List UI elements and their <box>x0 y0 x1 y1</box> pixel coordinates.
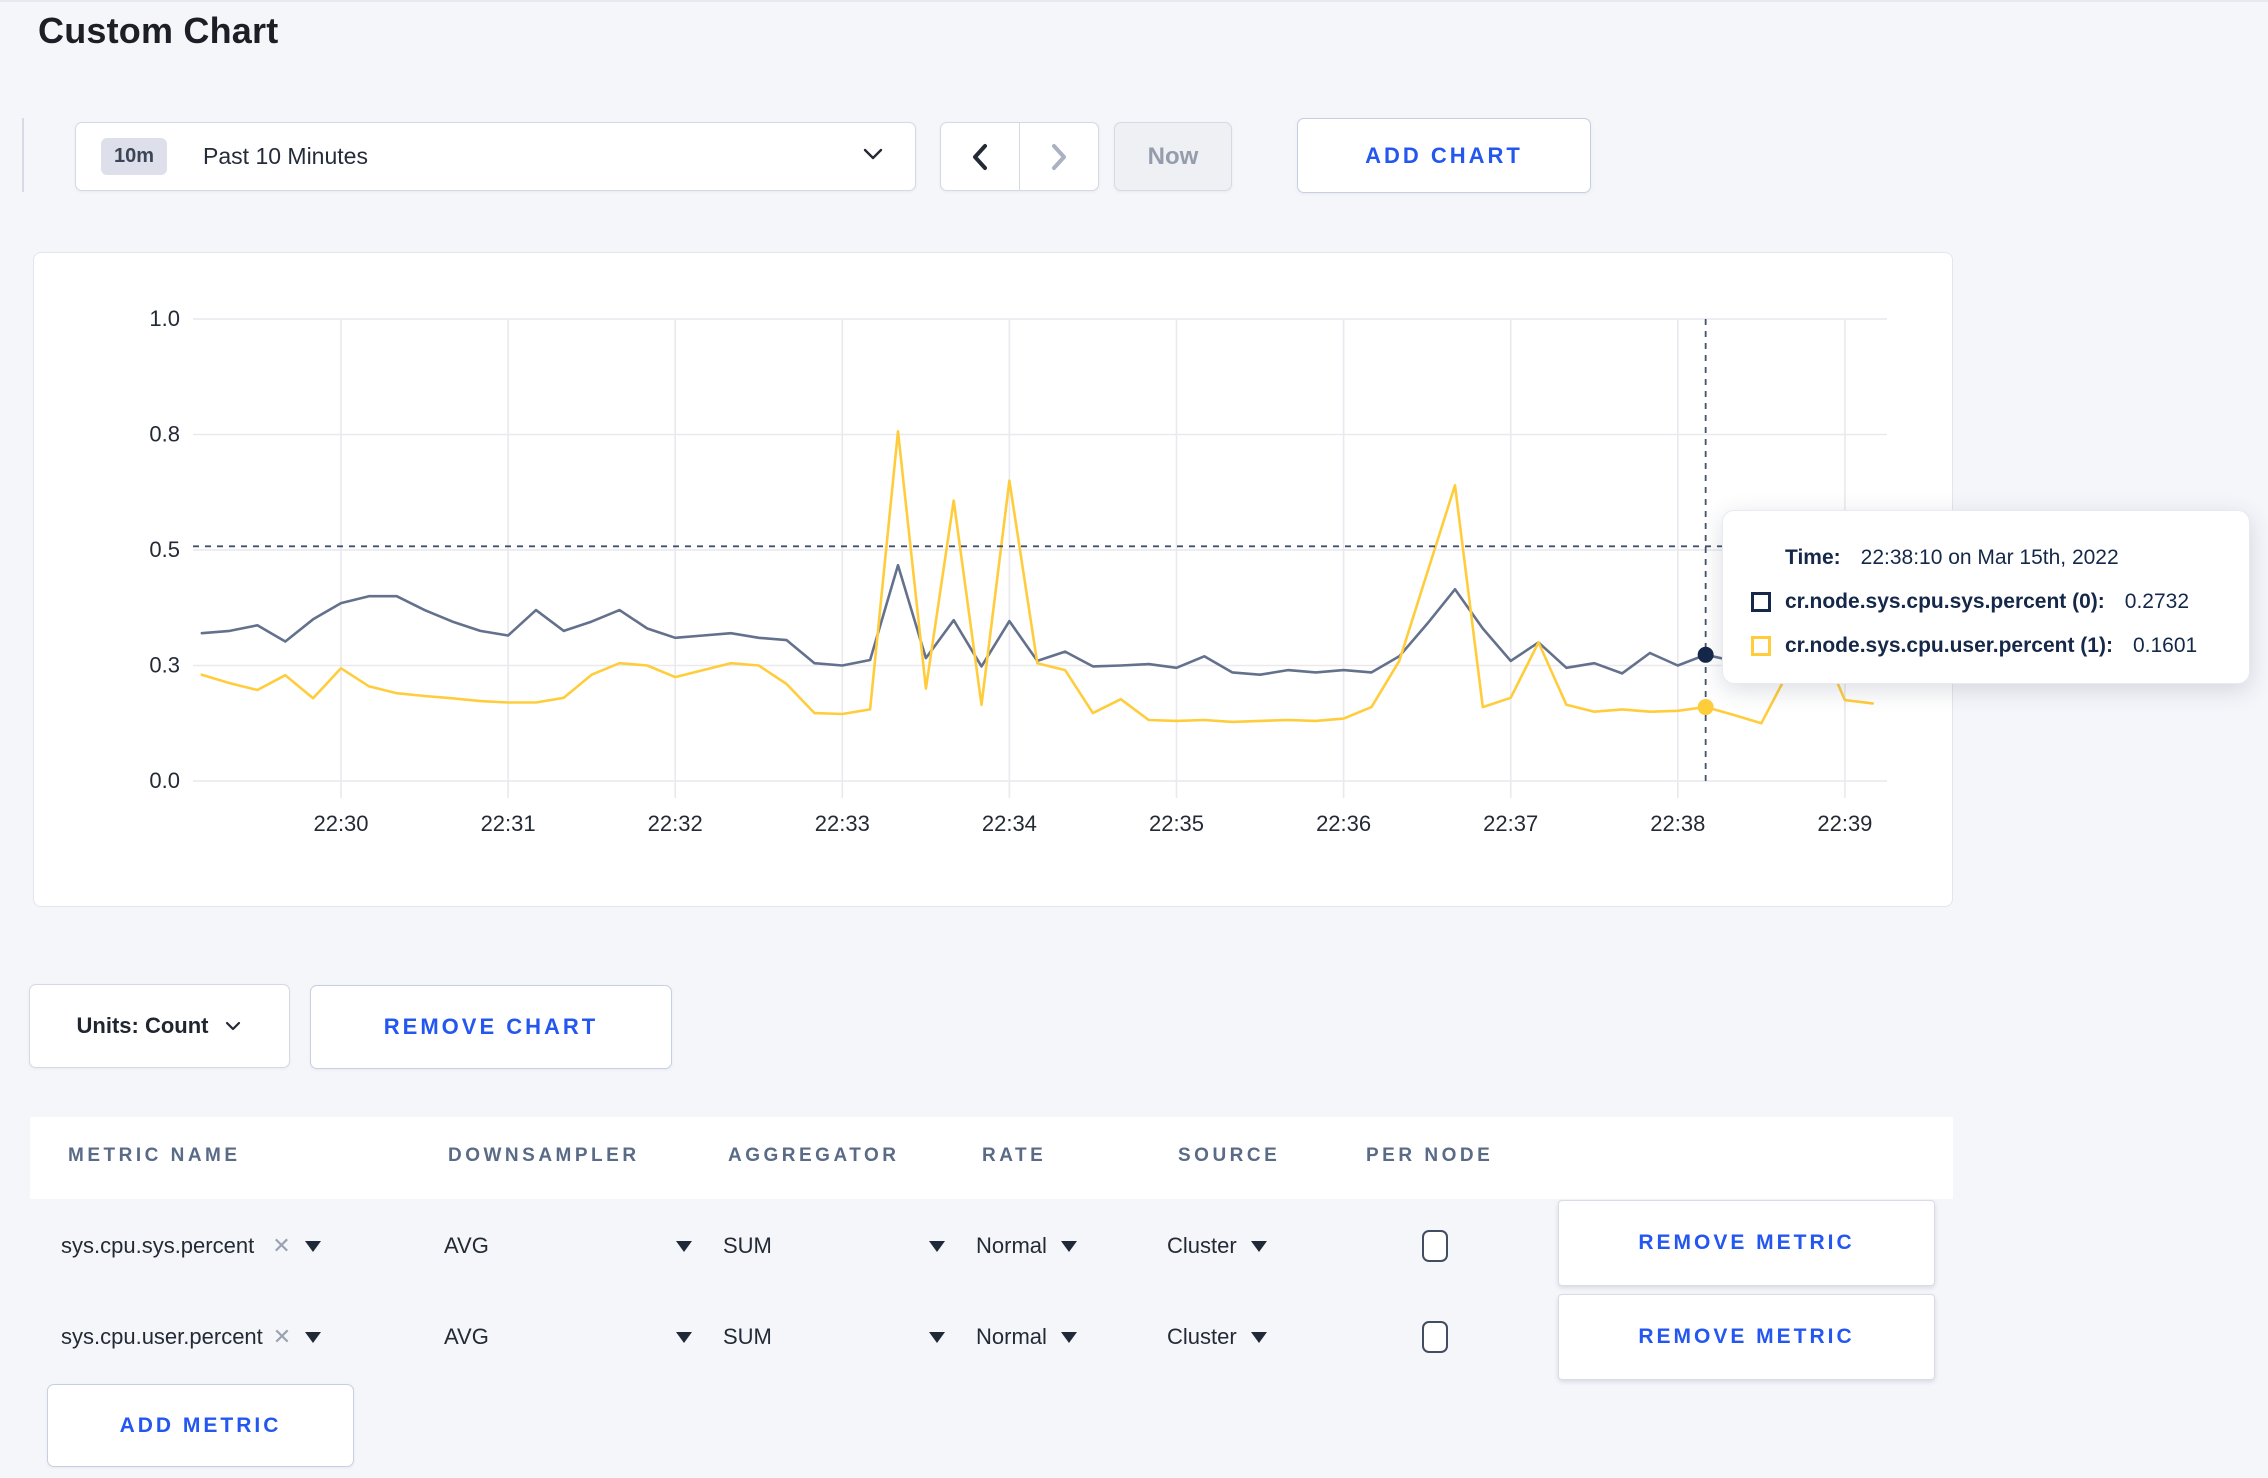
series-user-swatch-icon <box>1751 636 1771 656</box>
metric-name-dropdown[interactable]: sys.cpu.sys.percent ✕ <box>61 1199 321 1293</box>
y-tick-label: 0.3 <box>149 653 180 678</box>
caret-down-icon <box>929 1331 945 1343</box>
caret-down-icon <box>676 1240 692 1252</box>
rate-value: Normal <box>976 1233 1047 1258</box>
chart-hover-tooltip: Time: 22:38:10 on Mar 15th, 2022 cr.node… <box>1722 510 2250 684</box>
aggregator-value: SUM <box>723 1324 772 1349</box>
x-tick-label: 22:35 <box>1149 811 1204 836</box>
column-header-source: SOURCE <box>1178 1145 1281 1166</box>
time-pager <box>940 122 1099 191</box>
time-range-badge: 10m <box>101 138 168 175</box>
chart-card: 0.0 0.3 0.5 0.8 1.0 22:30 22:31 22:32 22:33 22:34… <box>33 252 1953 907</box>
add-chart-button[interactable]: ADD CHART <box>1297 118 1591 193</box>
clear-metric-icon[interactable]: ✕ <box>272 1235 290 1257</box>
series-line <box>200 430 1874 725</box>
y-tick-label: 0.5 <box>149 537 180 562</box>
metric-row: sys.cpu.sys.percent ✕ AVG SUM Normal Clu… <box>30 1199 1953 1293</box>
tooltip-time-row: Time: 22:38:10 on Mar 15th, 2022 <box>1751 536 2229 580</box>
tooltip-time-value: 22:38:10 on Mar 15th, 2022 <box>1860 546 2119 569</box>
caret-down-icon <box>929 1240 945 1252</box>
y-tick-label: 0.0 <box>149 768 180 793</box>
y-tick-label: 0.8 <box>149 422 180 447</box>
column-header-per-node: PER NODE <box>1366 1145 1494 1166</box>
per-node-checkbox[interactable] <box>1422 1321 1448 1353</box>
x-tick-label: 22:30 <box>313 811 368 836</box>
chevron-right-icon <box>1051 143 1066 170</box>
rate-dropdown[interactable]: Normal <box>976 1290 1077 1384</box>
now-button[interactable]: Now <box>1114 122 1232 191</box>
timeseries-chart[interactable]: 0.0 0.3 0.5 0.8 1.0 22:30 22:31 22:32 22:33 22:34… <box>34 253 1954 908</box>
column-header-rate: RATE <box>982 1145 1047 1166</box>
x-tick-label: 22:38 <box>1650 811 1705 836</box>
x-tick-label: 22:31 <box>481 811 536 836</box>
units-label: Units: Count <box>76 1013 209 1038</box>
column-header-downsampler: DOWNSAMPLER <box>448 1145 640 1166</box>
per-node-checkbox[interactable] <box>1422 1230 1448 1262</box>
time-range-dropdown[interactable]: 10m Past 10 Minutes <box>75 122 916 191</box>
x-tick-label: 22:34 <box>982 811 1037 836</box>
aggregator-dropdown[interactable]: SUM <box>723 1199 945 1293</box>
caret-down-icon <box>1250 1240 1267 1252</box>
add-metric-button[interactable]: ADD METRIC <box>47 1384 354 1467</box>
clear-metric-icon[interactable]: ✕ <box>273 1326 291 1348</box>
y-tick-label: 1.0 <box>149 306 180 331</box>
time-range-label: Past 10 Minutes <box>203 143 368 169</box>
tooltip-time-label: Time: <box>1785 546 1841 569</box>
source-dropdown[interactable]: Cluster <box>1167 1290 1267 1384</box>
page-title: Custom Chart <box>38 10 279 51</box>
downsampler-value: AVG <box>444 1324 489 1349</box>
downsampler-dropdown[interactable]: AVG <box>444 1199 692 1293</box>
caret-down-icon <box>1060 1331 1077 1343</box>
metric-name-value: sys.cpu.user.percent <box>61 1324 263 1349</box>
caret-down-icon <box>1250 1331 1267 1343</box>
aggregator-dropdown[interactable]: SUM <box>723 1290 945 1384</box>
metric-name-value: sys.cpu.sys.percent <box>61 1233 255 1258</box>
next-time-button[interactable] <box>1020 123 1099 190</box>
per-node-cell <box>1422 1199 1448 1293</box>
metric-row: sys.cpu.user.percent ✕ AVG SUM Normal Cl… <box>30 1290 1953 1384</box>
caret-down-icon <box>1060 1240 1077 1252</box>
tooltip-series-sys-value: 0.2732 <box>2124 590 2190 613</box>
metrics-table-header: METRIC NAME DOWNSAMPLER AGGREGATOR RATE … <box>30 1117 1953 1199</box>
column-header-aggregator: AGGREGATOR <box>728 1145 900 1166</box>
source-value: Cluster <box>1167 1233 1237 1258</box>
source-dropdown[interactable]: Cluster <box>1167 1199 1267 1293</box>
remove-metric-button[interactable]: REMOVE METRIC <box>1558 1200 1935 1286</box>
tooltip-series-sys-name: cr.node.sys.cpu.sys.percent (0): <box>1785 590 2105 613</box>
series-sys-swatch-icon <box>1751 592 1771 612</box>
chevron-left-icon <box>972 143 987 170</box>
source-value: Cluster <box>1167 1324 1237 1349</box>
metric-name-dropdown[interactable]: sys.cpu.user.percent ✕ <box>61 1290 322 1384</box>
tooltip-series-row: cr.node.sys.cpu.sys.percent (0): 0.2732 <box>1751 580 2229 624</box>
x-tick-label: 22:36 <box>1316 811 1371 836</box>
chevron-down-icon <box>861 146 885 167</box>
hover-marker <box>1697 699 1714 716</box>
downsampler-dropdown[interactable]: AVG <box>444 1290 692 1384</box>
prev-time-button[interactable] <box>941 123 1020 190</box>
toolbar-left-divider <box>22 118 24 192</box>
chevron-down-icon <box>226 1021 241 1031</box>
x-tick-label: 22:32 <box>648 811 703 836</box>
rate-value: Normal <box>976 1324 1047 1349</box>
tooltip-series-user-name: cr.node.sys.cpu.user.percent (1): <box>1785 634 2113 657</box>
remove-chart-button[interactable]: REMOVE CHART <box>310 985 672 1069</box>
caret-down-icon <box>676 1331 692 1343</box>
units-dropdown[interactable]: Units: Count <box>29 984 290 1068</box>
rate-dropdown[interactable]: Normal <box>976 1199 1077 1293</box>
aggregator-value: SUM <box>723 1233 772 1258</box>
caret-down-icon <box>305 1331 322 1343</box>
x-tick-label: 22:33 <box>815 811 870 836</box>
x-tick-label: 22:39 <box>1817 811 1872 836</box>
per-node-cell <box>1422 1290 1448 1384</box>
downsampler-value: AVG <box>444 1233 489 1258</box>
remove-metric-button[interactable]: REMOVE METRIC <box>1558 1294 1935 1380</box>
tooltip-series-user-value: 0.1601 <box>2132 634 2198 657</box>
column-header-metric-name: METRIC NAME <box>68 1145 241 1166</box>
x-tick-label: 22:37 <box>1483 811 1538 836</box>
caret-down-icon <box>304 1240 321 1252</box>
tooltip-series-row: cr.node.sys.cpu.user.percent (1): 0.1601 <box>1751 624 2229 668</box>
hover-marker <box>1697 646 1714 663</box>
